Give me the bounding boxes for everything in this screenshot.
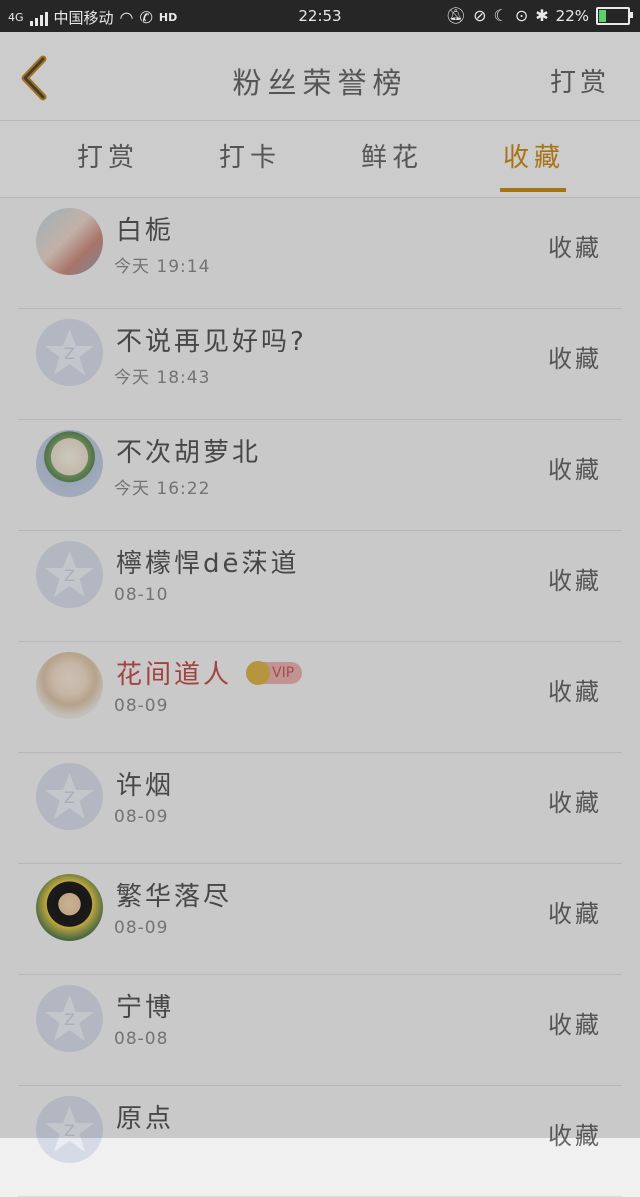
user-name-text: 花间道人 <box>116 660 233 690</box>
svg-text:Z: Z <box>64 1121 75 1140</box>
list-item[interactable]: Z 不说再见好吗? 今天 18:43 收藏 <box>0 309 640 420</box>
avatar: Z <box>36 985 103 1052</box>
list-item[interactable]: 花间道人 VIP 08-09 收藏 <box>0 642 640 753</box>
action-label: 收藏 <box>548 678 602 706</box>
list-item[interactable]: Z 檸檬悍dē莯道 08-10 收藏 <box>0 531 640 642</box>
tab-bar: 打赏 打卡 鲜花 收藏 <box>0 121 640 198</box>
time-label: 今天 18:43 <box>114 368 211 388</box>
moon-icon: ☾ <box>493 6 508 25</box>
tab-tip[interactable]: 打赏 <box>48 137 168 174</box>
user-name: 不次胡萝北 <box>116 438 262 468</box>
action-label: 收藏 <box>548 900 602 928</box>
user-name: 繁华落尽 <box>116 882 233 912</box>
list-item[interactable]: 繁华落尽 08-09 收藏 <box>0 864 640 975</box>
default-avatar-icon: Z <box>36 763 103 830</box>
action-label: 收藏 <box>548 789 602 817</box>
no-disturb-icon: ⊘ <box>473 6 487 25</box>
avatar <box>36 652 103 719</box>
user-name: 许烟 <box>116 771 175 801</box>
action-label: 收藏 <box>548 1122 602 1150</box>
user-name: 花间道人 VIP <box>116 654 303 691</box>
user-name: 原点 <box>116 1104 175 1134</box>
list-item[interactable]: Z 原点 收藏 <box>0 1086 640 1197</box>
default-avatar-icon: Z <box>36 1096 103 1163</box>
svg-text:Z: Z <box>64 788 75 807</box>
action-label: 收藏 <box>548 456 602 484</box>
default-avatar-icon: Z <box>36 319 103 386</box>
status-bar: 4G 中国移动 ◠ ✆ HD 22:53 🔕︎ ⊘ ☾ ⊙ ✱ 22% <box>0 0 640 32</box>
battery-percent: 22% <box>555 6 589 25</box>
time-label: 08-08 <box>114 1029 169 1049</box>
tab-favorites[interactable]: 收藏 <box>474 137 594 174</box>
time-label: 08-10 <box>114 585 169 605</box>
tip-button[interactable]: 打赏 <box>550 62 610 99</box>
action-label: 收藏 <box>548 345 602 373</box>
svg-text:Z: Z <box>64 566 75 585</box>
list-item[interactable]: Z 宁博 08-08 收藏 <box>0 975 640 1086</box>
tab-flowers[interactable]: 鲜花 <box>332 137 452 174</box>
user-name: 宁博 <box>116 993 175 1023</box>
page-title: 粉丝荣誉榜 <box>232 66 408 100</box>
vip-badge: VIP <box>246 660 303 685</box>
default-avatar-icon: Z <box>36 541 103 608</box>
time-label: 08-09 <box>114 918 169 938</box>
nav-bar: 粉丝荣誉榜 打赏 <box>0 32 640 121</box>
avatar: Z <box>36 763 103 830</box>
user-name: 不说再见好吗? <box>116 327 307 357</box>
svg-text:Z: Z <box>64 344 75 363</box>
battery-icon <box>596 6 633 25</box>
tab-checkin[interactable]: 打卡 <box>190 137 310 174</box>
avatar <box>36 208 103 275</box>
time-label: 今天 19:14 <box>114 257 211 277</box>
avatar <box>36 874 103 941</box>
action-label: 收藏 <box>548 1011 602 1039</box>
action-label: 收藏 <box>548 234 602 262</box>
action-label: 收藏 <box>548 567 602 595</box>
status-right: 🔕︎ ⊘ ☾ ⊙ ✱ 22% <box>445 6 633 25</box>
avatar: Z <box>36 1096 103 1163</box>
rotation-lock-icon: ⊙ <box>514 6 529 25</box>
user-name: 白栀 <box>116 216 175 246</box>
fan-list: 白栀 今天 19:14 收藏 Z 不说再见好吗? 今天 18:43 收藏 不次胡… <box>0 198 640 1197</box>
time-label: 08-09 <box>114 696 169 716</box>
time-label: 08-09 <box>114 807 169 827</box>
svg-text:Z: Z <box>64 1010 75 1029</box>
avatar <box>36 430 103 497</box>
mute-bell-icon: 🔕︎ <box>445 6 467 25</box>
time-label: 今天 16:22 <box>114 479 211 499</box>
default-avatar-icon: Z <box>36 985 103 1052</box>
list-item[interactable]: 白栀 今天 19:14 收藏 <box>0 198 640 309</box>
avatar: Z <box>36 319 103 386</box>
user-name: 檸檬悍dē莯道 <box>116 549 300 579</box>
list-item[interactable]: Z 许烟 08-09 收藏 <box>0 753 640 864</box>
bluetooth-icon: ✱ <box>535 6 549 25</box>
active-tab-indicator <box>500 188 566 192</box>
list-item[interactable]: 不次胡萝北 今天 16:22 收藏 <box>0 420 640 531</box>
avatar: Z <box>36 541 103 608</box>
